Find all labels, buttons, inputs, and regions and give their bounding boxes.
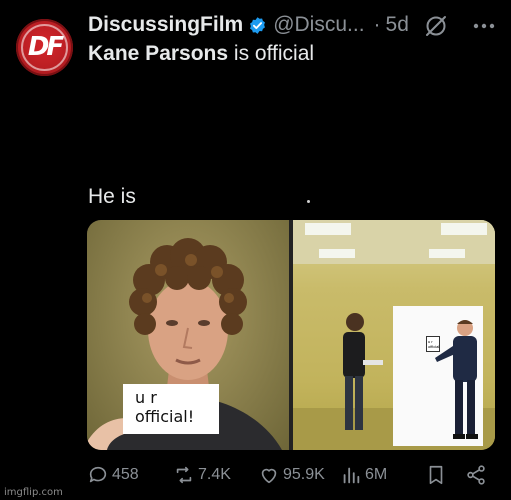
tiny-note-card: u r official [426,336,440,352]
post-text-line-2: He is [88,185,136,208]
white-cutout: u r official [393,306,483,446]
avatar-logo: DF [27,32,64,62]
post-text-rest: is official [228,42,315,65]
note-line-1: u r [135,388,157,407]
author-name[interactable]: DiscussingFilm [88,13,243,37]
separator-dot: · [373,13,381,36]
share-icon[interactable] [465,464,487,486]
heart-icon [261,468,277,484]
like-button[interactable]: 95.9K [258,463,325,487]
verified-badge-icon [250,16,266,34]
like-count: 95.9K [283,466,325,483]
mention-name: Kane Parsons [88,42,229,65]
right-photo[interactable]: u r official [293,220,495,450]
bookmark-icon[interactable] [425,464,447,486]
repost-button[interactable]: 7.4K [173,463,231,487]
portrait-note-card: u r official! [123,384,219,434]
left-photo[interactable]: u r official! [87,220,289,450]
post-text-line-1: Kane Parsons is official [88,42,314,66]
post-media[interactable]: u r official! u r official [87,220,495,450]
more-options-icon[interactable] [472,22,496,30]
suited-man-image [435,320,478,439]
reply-count: 458 [112,466,139,483]
tiny-note-line-2: official [428,344,440,349]
note-line-2: official! [135,407,195,426]
speck-dot [307,200,310,203]
post-header: DiscussingFilm @Discu... · 5d [88,10,409,40]
grok-icon[interactable] [424,14,448,38]
avatar[interactable]: DF [16,19,73,76]
repost-icon [176,466,192,484]
post-timestamp[interactable]: 5d [386,13,409,37]
views-button[interactable]: 6M [340,463,387,487]
repost-count: 7.4K [198,466,231,483]
reply-icon [89,466,107,483]
views-chart-icon [343,467,360,484]
reply-button[interactable]: 458 [87,463,139,487]
author-handle[interactable]: @Discu... [273,13,364,37]
views-count: 6M [365,466,388,483]
imgflip-watermark: imgflip.com [4,487,63,498]
